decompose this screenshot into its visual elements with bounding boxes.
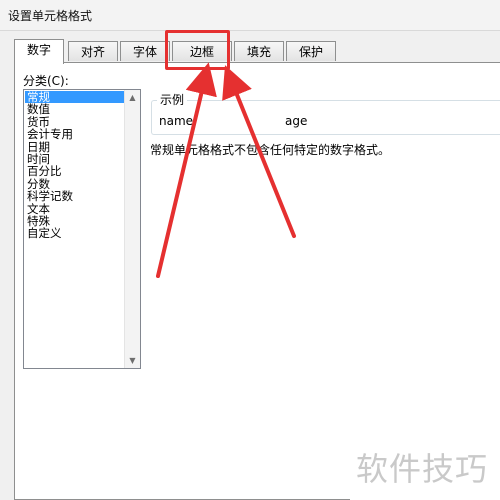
category-scrollbar[interactable]: ▲ ▼	[124, 90, 140, 368]
tab-fill[interactable]: 填充	[234, 41, 284, 61]
watermark-text: 软件技巧	[356, 450, 489, 488]
tab-strip: 数字 对齐 字体 边框 填充 保护	[14, 39, 500, 64]
category-listbox[interactable]: 常规 数值 货币 会计专用 日期 时间 百分比 分数 科学记数 文本 特殊 自定…	[23, 89, 141, 369]
dialog-title: 设置单元格格式	[8, 9, 93, 23]
sample-age-value: age	[285, 114, 308, 128]
category-item-number[interactable]: 数值	[25, 103, 125, 116]
sample-name-value: name	[159, 114, 194, 128]
number-tab-panel: 分类(C): 常规 数值 货币 会计专用 日期 时间 百分比 分数 科学记数 文…	[14, 62, 500, 500]
scroll-down-arrow-icon[interactable]: ▼	[125, 353, 140, 368]
title-bar: 设置单元格格式	[0, 0, 500, 31]
category-item-percentage[interactable]: 百分比	[25, 165, 125, 178]
scroll-up-arrow-icon[interactable]: ▲	[125, 90, 140, 105]
tab-font[interactable]: 字体	[120, 41, 170, 61]
sample-label: 示例	[157, 91, 188, 108]
tab-protection[interactable]: 保护	[286, 41, 336, 61]
tab-alignment[interactable]: 对齐	[68, 41, 118, 61]
category-item-custom[interactable]: 自定义	[25, 227, 125, 240]
category-label: 分类(C):	[23, 74, 69, 88]
tab-number[interactable]: 数字	[14, 39, 64, 64]
category-items: 常规 数值 货币 会计专用 日期 时间 百分比 分数 科学记数 文本 特殊 自定…	[25, 91, 125, 240]
category-item-scientific[interactable]: 科学记数	[25, 190, 125, 203]
format-cells-dialog: 设置单元格格式 数字 对齐 字体 边框 填充 保护 分类(C): 常规 数值 货…	[0, 0, 500, 500]
format-description: 常规单元格格式不包含任何特定的数字格式。	[150, 143, 391, 157]
category-item-accounting[interactable]: 会计专用	[25, 128, 125, 141]
sample-groupbox	[151, 100, 500, 135]
tab-border[interactable]: 边框	[172, 41, 232, 61]
